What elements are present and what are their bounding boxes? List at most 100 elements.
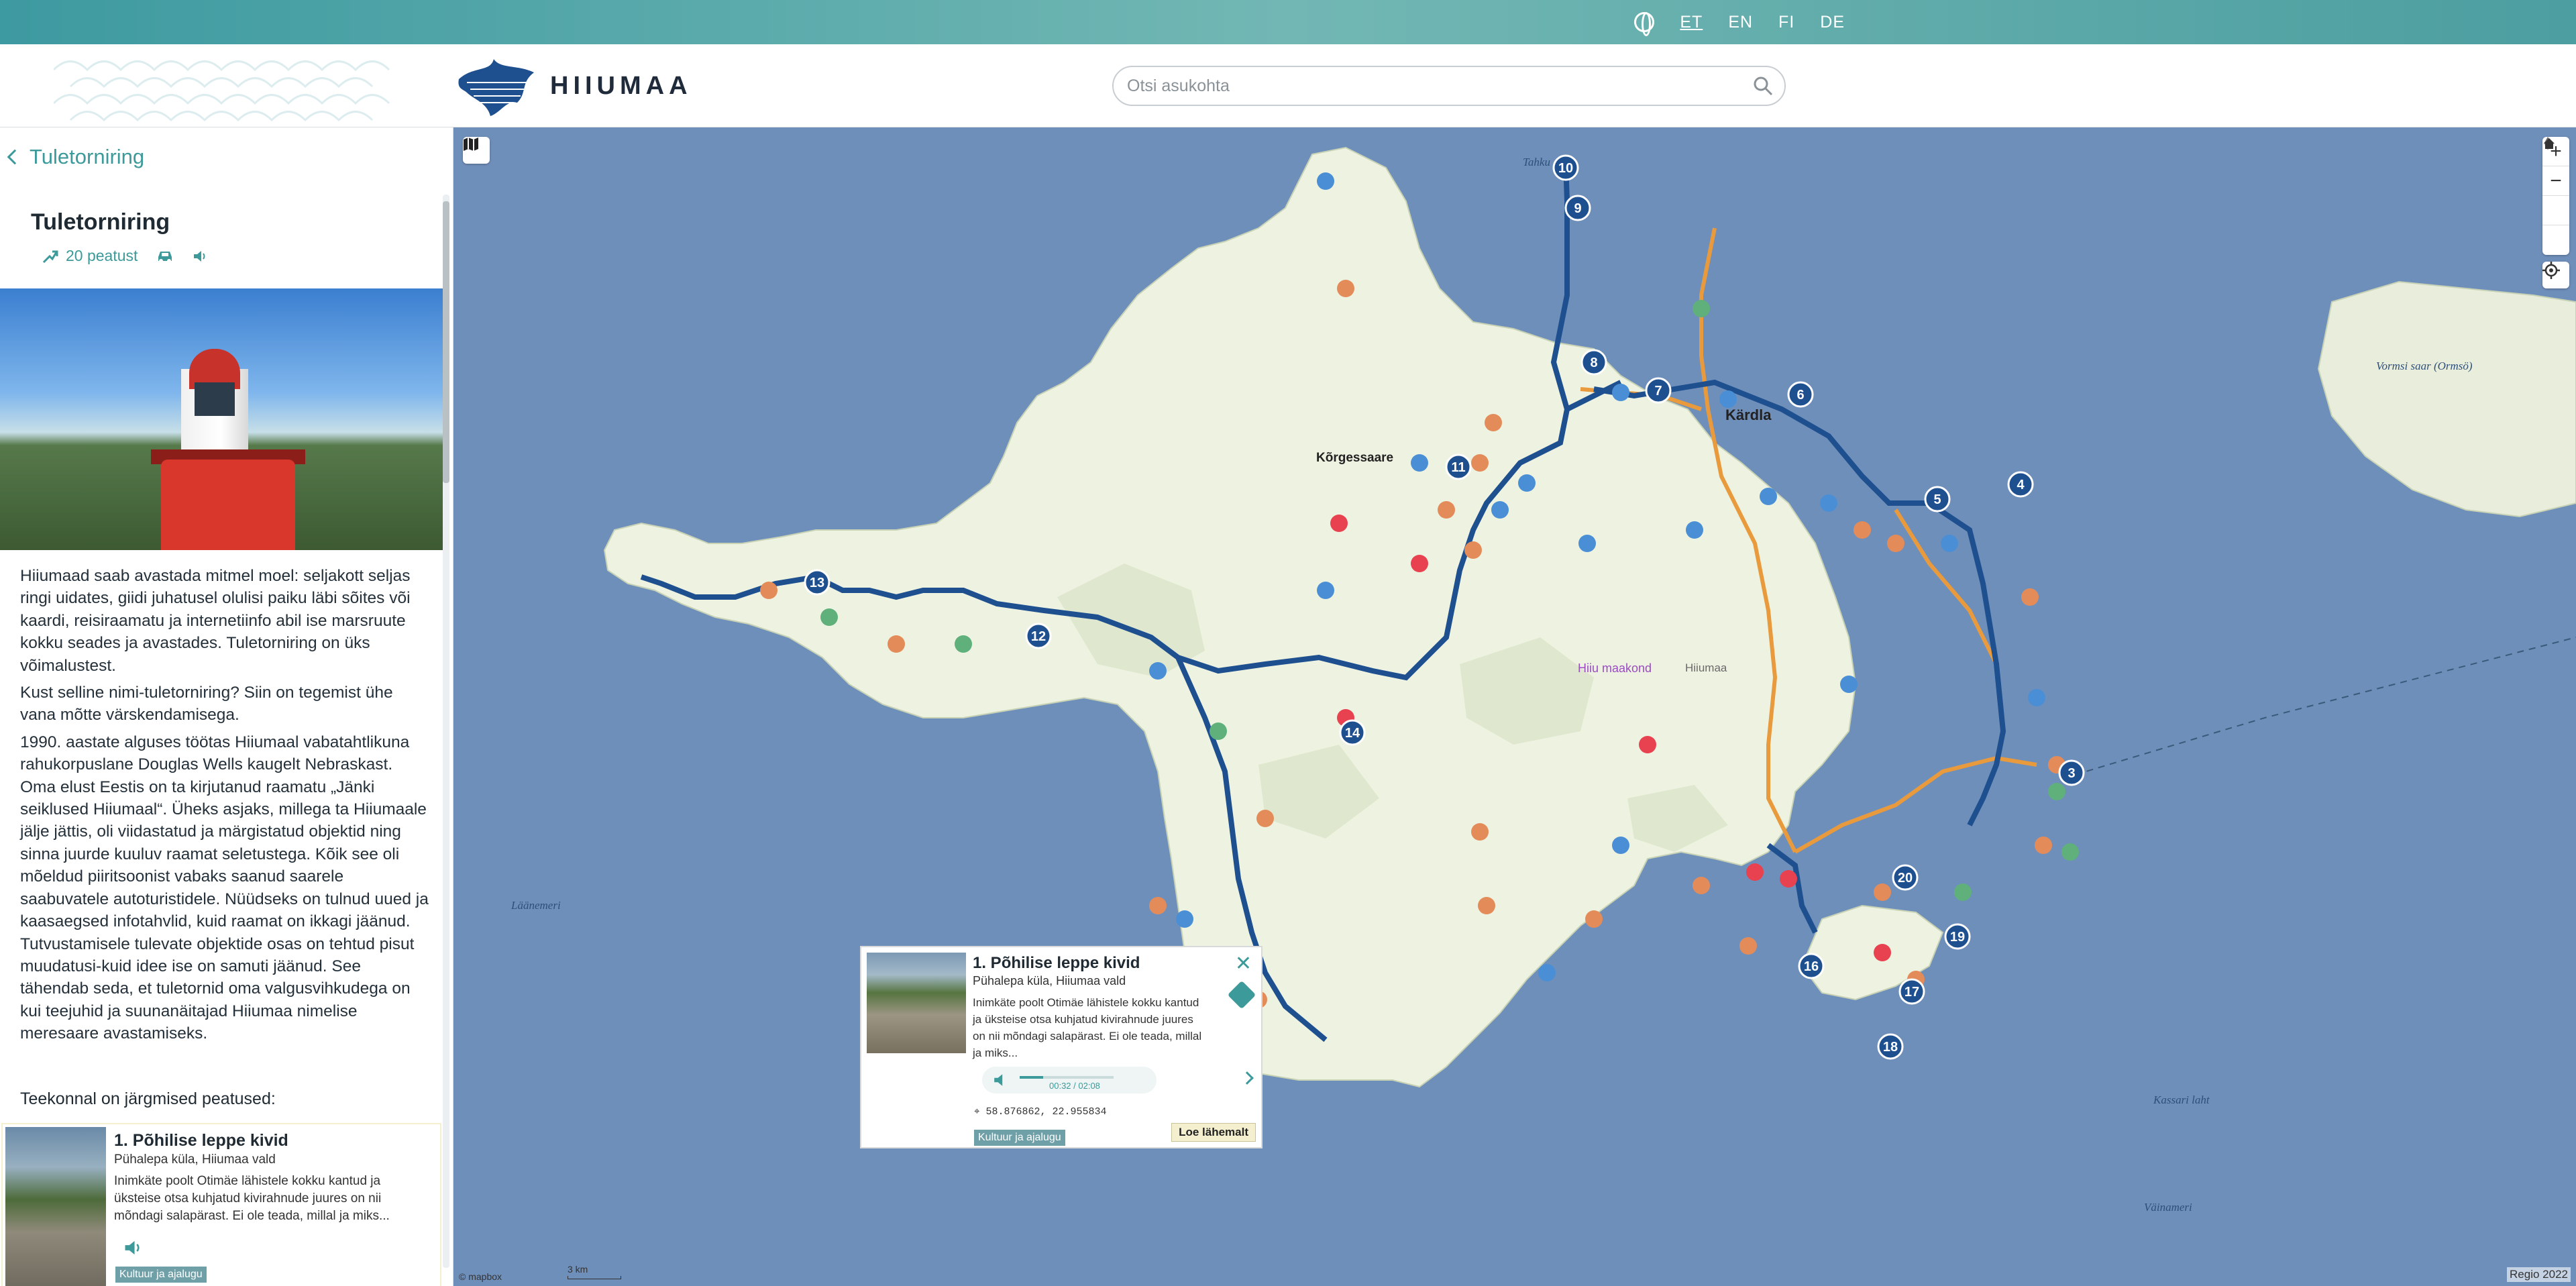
stop-marker-3: 3 bbox=[2058, 759, 2085, 786]
stop-marker-16: 16 bbox=[1798, 953, 1825, 979]
audio-icon[interactable] bbox=[123, 1238, 142, 1257]
map-label: Hiiu maakond bbox=[1578, 661, 1652, 675]
map-canvas[interactable]: 10 9 8 7 6 5 4 3 11 12 13 14 20 19 16 17… bbox=[453, 127, 2576, 1286]
sidebar-scrollbar[interactable] bbox=[443, 195, 449, 1268]
route-arrow-icon bbox=[42, 250, 58, 263]
zoom-controls: + − bbox=[2542, 137, 2569, 255]
car-icon bbox=[158, 251, 172, 263]
map-label: Kärdla bbox=[1725, 407, 1772, 423]
stop-marker-10: 10 bbox=[1552, 154, 1579, 181]
svg-text:16: 16 bbox=[1804, 959, 1819, 974]
svg-text:19: 19 bbox=[1950, 930, 1965, 945]
directions-icon[interactable] bbox=[1227, 980, 1256, 1010]
stop-marker-8: 8 bbox=[1580, 349, 1607, 376]
svg-text:4: 4 bbox=[2017, 478, 2025, 492]
stops-count-label: 20 peatust bbox=[66, 247, 138, 264]
lang-et[interactable]: ET bbox=[1680, 13, 1703, 32]
svg-text:18: 18 bbox=[1883, 1040, 1898, 1055]
regio-copyright: Regio 2022 bbox=[2507, 1267, 2571, 1282]
map-label: Tahku bbox=[1523, 156, 1550, 168]
popup-subtitle: Pühalepa küla, Hiiumaa vald bbox=[973, 974, 1126, 987]
stop-marker-12: 12 bbox=[1025, 623, 1052, 649]
search-input[interactable] bbox=[1127, 72, 1731, 99]
audio-progress-bar[interactable] bbox=[1020, 1076, 1114, 1079]
intro-paragraph: Kust selline nimi-tuletorniring? Siin on… bbox=[20, 684, 393, 725]
popup-thumbnail bbox=[867, 953, 966, 1053]
compass-button[interactable] bbox=[2542, 137, 2569, 225]
svg-text:11: 11 bbox=[1451, 460, 1465, 475]
next-stop-icon[interactable] bbox=[1240, 1071, 1254, 1085]
map-label: Vormsi saar (Ormsö) bbox=[2376, 360, 2473, 372]
home-button[interactable] bbox=[2542, 138, 2569, 255]
lang-de[interactable]: DE bbox=[1820, 13, 1845, 32]
coordinates: ⌖ 58.876862, 22.955834 bbox=[974, 1106, 1107, 1118]
map-label: Läänemeri bbox=[511, 899, 561, 912]
audio-player[interactable]: 00:32 / 02:08 bbox=[982, 1067, 1157, 1093]
scale-bar: 3 km bbox=[568, 1264, 621, 1279]
top-bar: ET EN FI DE bbox=[0, 0, 2576, 44]
map-label: Väinameri bbox=[2144, 1201, 2192, 1214]
lighthouse-photo bbox=[0, 288, 443, 550]
route-description: Hiiumaad saab avastada mitmel moel: selj… bbox=[20, 565, 431, 1050]
audio-time: 00:32 / 02:08 bbox=[1049, 1081, 1100, 1091]
stop-title: 1. Põhilise leppe kivid bbox=[114, 1131, 288, 1150]
search-box[interactable] bbox=[1112, 66, 1786, 106]
stop-marker-9: 9 bbox=[1564, 195, 1591, 221]
audio-icon[interactable] bbox=[193, 249, 207, 264]
coordinates-value: 58.876862, 22.955834 bbox=[985, 1106, 1107, 1118]
stop-marker-19: 19 bbox=[1944, 923, 1971, 950]
svg-text:20: 20 bbox=[1898, 871, 1913, 886]
svg-text:13: 13 bbox=[810, 576, 824, 590]
read-more-button[interactable]: Loe lähemalt bbox=[1171, 1123, 1256, 1142]
category-tag: Kultuur ja ajalugu bbox=[974, 1130, 1065, 1146]
stops-count: 20 peatust bbox=[42, 247, 138, 265]
stop-text: Inimkäte poolt Otimäe lähistele kokku ka… bbox=[114, 1174, 390, 1223]
ferry-line bbox=[2063, 637, 2576, 779]
svg-text:12: 12 bbox=[1031, 629, 1046, 644]
svg-text:5: 5 bbox=[1933, 492, 1941, 507]
back-label: Tuletorniring bbox=[30, 145, 145, 168]
map-label: Hiiumaa bbox=[1685, 661, 1727, 674]
stop-marker-7: 7 bbox=[1645, 377, 1672, 404]
category-tag: Kultuur ja ajalugu bbox=[115, 1267, 207, 1283]
svg-text:17: 17 bbox=[1904, 985, 1919, 1000]
zoom-out-button[interactable]: − bbox=[2542, 166, 2569, 196]
scale-label: 3 km bbox=[568, 1264, 588, 1275]
back-link[interactable]: Tuletorniring bbox=[7, 145, 145, 169]
stop-marker-14: 14 bbox=[1339, 719, 1366, 746]
header: HIIUMAA bbox=[0, 44, 2576, 127]
svg-text:8: 8 bbox=[1590, 356, 1597, 370]
hiiumaa-island-logo-icon bbox=[458, 59, 534, 116]
stop-card[interactable]: 1. Põhilise leppe kivid Pühalepa küla, H… bbox=[1, 1123, 441, 1286]
svg-text:6: 6 bbox=[1796, 388, 1804, 403]
stop-thumbnail bbox=[5, 1127, 106, 1286]
audio-icon[interactable] bbox=[993, 1072, 1009, 1088]
vormsi-island bbox=[2317, 280, 2576, 518]
map-label: Kõrgessaare bbox=[1316, 451, 1394, 465]
home-icon bbox=[2544, 138, 2555, 149]
search-icon[interactable] bbox=[1752, 75, 1774, 97]
svg-text:3: 3 bbox=[2068, 766, 2075, 781]
stop-marker-5: 5 bbox=[1924, 486, 1951, 513]
logo-text: HIIUMAA bbox=[550, 71, 692, 100]
intro-paragraph: Hiiumaad saab avastada mitmel moel: selj… bbox=[20, 567, 411, 675]
lang-en[interactable]: EN bbox=[1728, 13, 1753, 32]
stop-marker-6: 6 bbox=[1787, 381, 1814, 408]
popup-text: Inimkäte poolt Otimäe lähistele kokku ka… bbox=[973, 996, 1202, 1059]
lang-fi[interactable]: FI bbox=[1778, 13, 1794, 32]
map[interactable]: 10 9 8 7 6 5 4 3 11 12 13 14 20 19 16 17… bbox=[453, 127, 2576, 1286]
stop-marker-11: 11 bbox=[1445, 453, 1472, 480]
stop-marker-17: 17 bbox=[1898, 978, 1925, 1005]
svg-text:9: 9 bbox=[1574, 201, 1581, 216]
locate-button[interactable] bbox=[2542, 262, 2569, 288]
hiiumaa-logo[interactable]: HIIUMAA bbox=[453, 52, 692, 119]
map-label: Kassari laht bbox=[2153, 1093, 2210, 1106]
intro-paragraph: 1990. aastate alguses töötas Hiiumaal va… bbox=[20, 733, 429, 1043]
close-icon[interactable]: ✕ bbox=[1235, 954, 1252, 974]
svg-text:10: 10 bbox=[1558, 161, 1573, 176]
crosshair-icon: ⌖ bbox=[974, 1106, 980, 1118]
map-style-button[interactable] bbox=[463, 137, 490, 164]
mapbox-attribution[interactable]: © mapbox bbox=[459, 1271, 502, 1282]
popup-title: 1. Põhilise leppe kivid bbox=[973, 954, 1140, 972]
map-icon bbox=[464, 138, 478, 151]
